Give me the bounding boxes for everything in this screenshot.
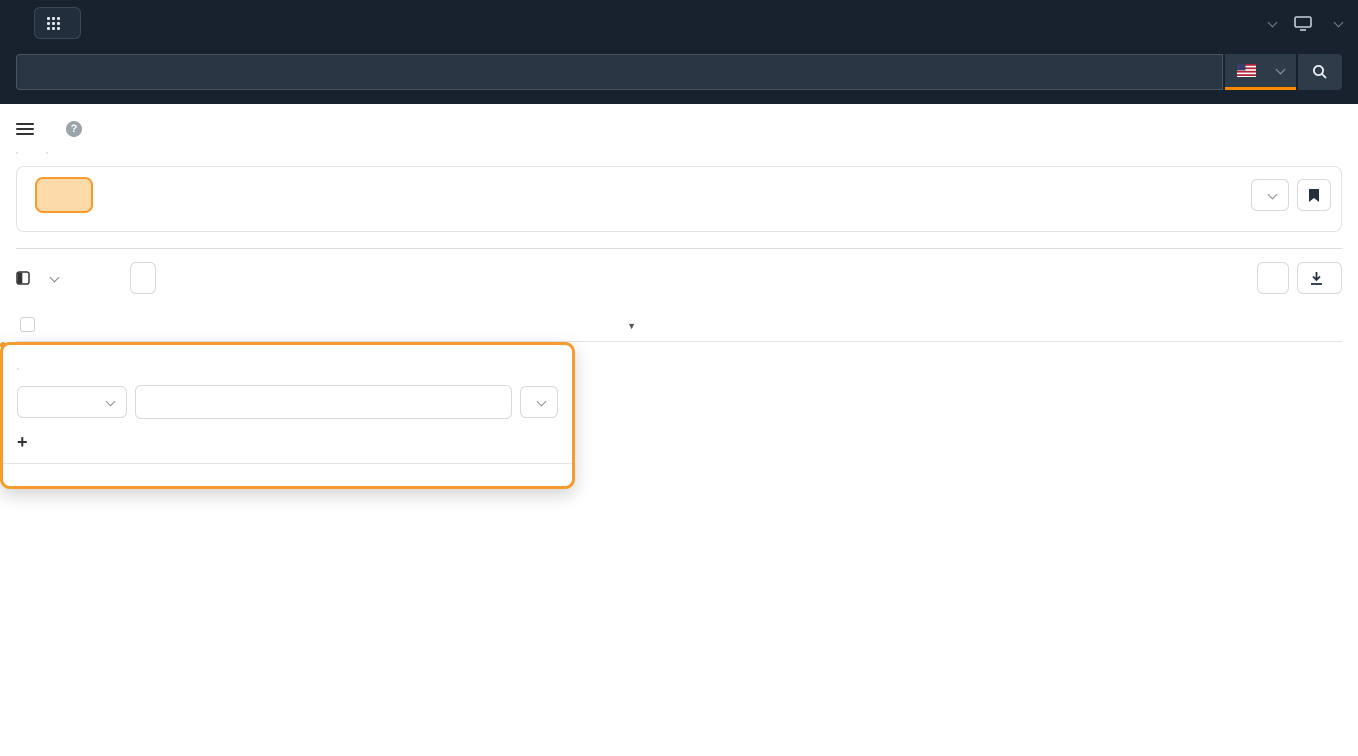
col-intents[interactable] — [432, 307, 538, 342]
chevron-down-icon — [1276, 65, 1286, 75]
api-button[interactable] — [1257, 262, 1289, 294]
table-header-row: ▼ — [16, 307, 1342, 342]
chevron-down-icon — [50, 272, 60, 282]
clusters-dropdown[interactable] — [16, 271, 58, 285]
nav-right — [1264, 16, 1342, 31]
toolbar-right — [1257, 262, 1342, 294]
chevron-down-icon — [537, 396, 547, 406]
filter-panel — [16, 166, 1342, 232]
chevron-down-icon — [106, 396, 116, 406]
language-tags-input[interactable] — [135, 385, 512, 419]
rules-mode-toggle — [17, 368, 19, 370]
search-button[interactable] — [1298, 54, 1342, 90]
rule-operator-select[interactable] — [17, 386, 127, 418]
apply-button[interactable] — [3, 463, 572, 486]
question-icon: ? — [66, 121, 82, 137]
segmented-row — [16, 146, 1342, 156]
col-sv[interactable]: ▼ — [584, 307, 640, 342]
account-menu[interactable] — [1330, 19, 1342, 28]
top-navigation-bar — [0, 0, 1358, 46]
rule-scope-select[interactable] — [520, 386, 558, 418]
panel-body: + — [3, 345, 572, 463]
how-to-use-link[interactable]: ? — [66, 121, 88, 137]
export-icon — [1310, 272, 1323, 285]
exclude-keywords-button[interactable] — [130, 262, 156, 294]
chevron-down-icon — [1268, 189, 1278, 199]
col-kd[interactable] — [538, 307, 584, 342]
language-filter-panel: + — [0, 342, 575, 489]
chevron-down-icon — [1334, 17, 1344, 27]
filter-row-1 — [27, 177, 1331, 213]
rule-row — [17, 385, 558, 419]
keyword-search-input[interactable] — [16, 54, 1223, 90]
results-toolbar — [16, 249, 1342, 307]
grid-icon — [47, 17, 60, 30]
hamburger-menu-icon[interactable] — [16, 120, 34, 138]
add-rule-button[interactable]: + — [17, 433, 558, 451]
country-selector[interactable] — [1225, 54, 1296, 90]
more-menu[interactable] — [1264, 19, 1276, 28]
title-row: ? — [16, 104, 1342, 146]
all-tools-button[interactable] — [34, 7, 81, 39]
search-icon — [1312, 64, 1328, 80]
col-keyword[interactable] — [78, 307, 336, 342]
search-row — [0, 46, 1358, 104]
keywords-table: ▼ — [16, 307, 1342, 342]
main-content: ? — [0, 104, 1358, 342]
select-all-checkbox[interactable] — [20, 317, 35, 332]
presets-button[interactable] — [1251, 179, 1289, 211]
export-button[interactable] — [1297, 262, 1342, 294]
chevron-down-icon — [1268, 17, 1278, 27]
terms-toggle — [16, 152, 18, 154]
col-tp[interactable] — [792, 307, 846, 342]
col-language[interactable] — [336, 307, 432, 342]
sort-desc-icon: ▼ — [627, 321, 636, 331]
monitor-icon[interactable] — [1294, 16, 1312, 31]
language-filter-chip[interactable] — [35, 177, 93, 213]
clusters-icon — [16, 271, 30, 285]
col-parent-topic[interactable] — [846, 307, 1154, 342]
col-gr12m[interactable] — [726, 307, 792, 342]
bookmark-icon — [1308, 188, 1320, 203]
plus-icon: + — [17, 433, 28, 451]
presets-wrap — [1251, 179, 1331, 211]
col-sf[interactable] — [1154, 307, 1196, 342]
us-flag-icon — [1237, 64, 1256, 77]
match-mode-toggle — [46, 152, 48, 154]
bookmark-button[interactable] — [1297, 179, 1331, 211]
